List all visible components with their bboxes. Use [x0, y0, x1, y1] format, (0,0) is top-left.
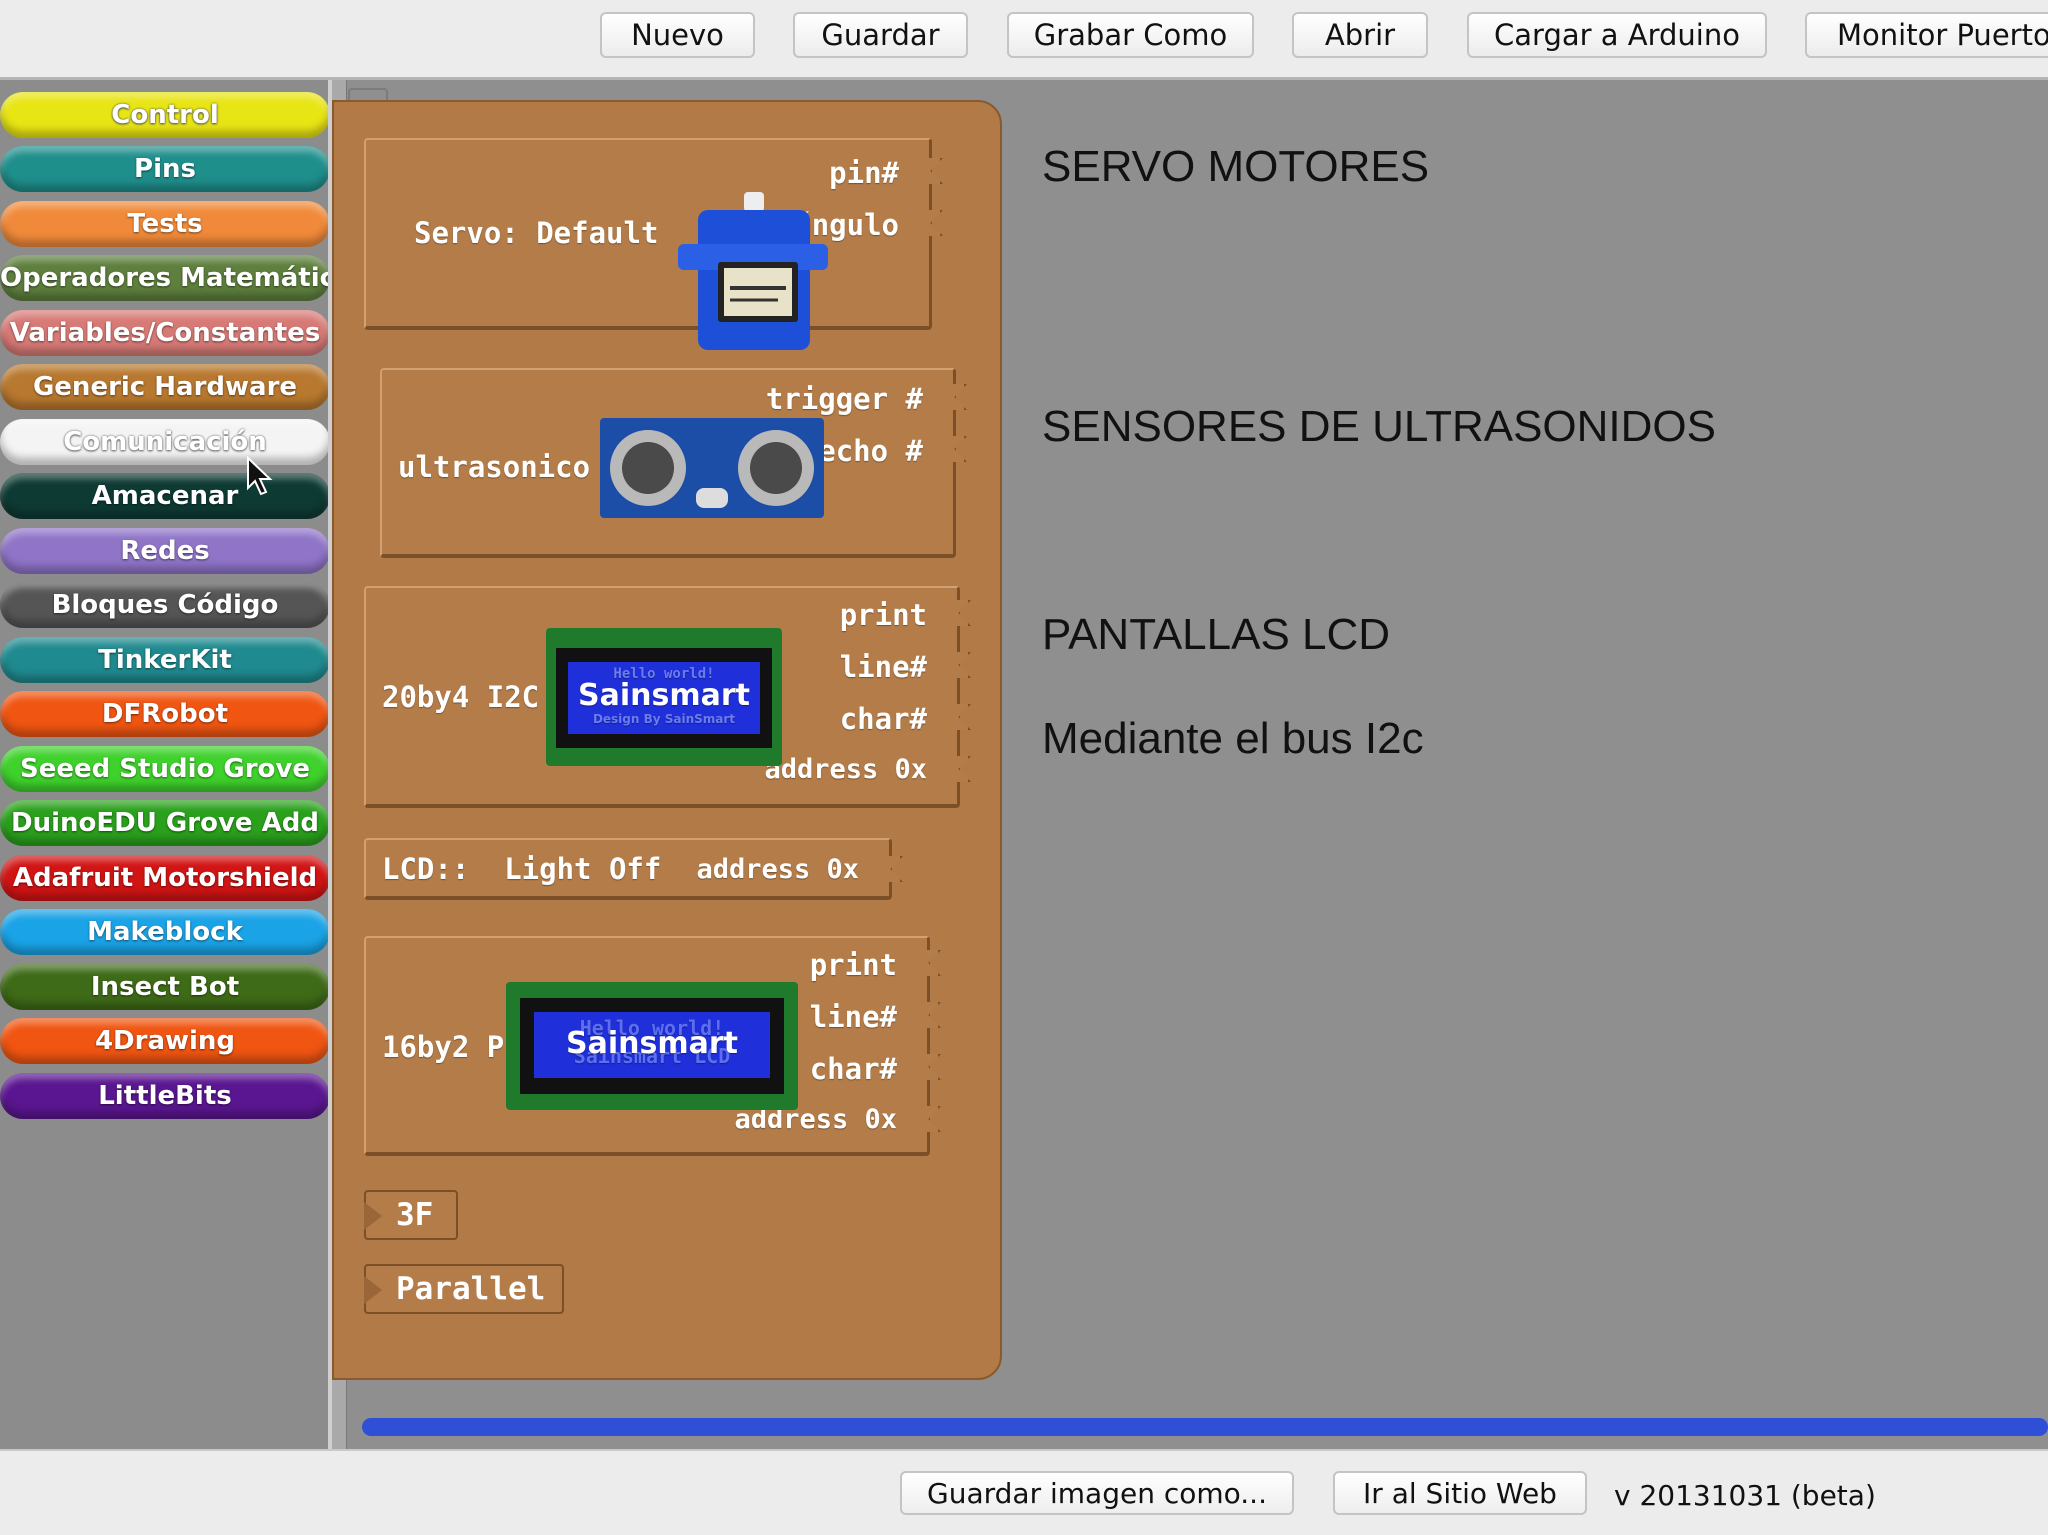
category-pins[interactable]: Pins	[0, 146, 328, 192]
socket-angulo[interactable]	[922, 210, 943, 236]
category-makeblock[interactable]: Makeblock	[0, 909, 328, 955]
socket-address-16[interactable]	[920, 1106, 941, 1132]
category-control[interactable]: Control	[0, 92, 328, 138]
socket-label-echo: echo #	[818, 434, 923, 468]
socket-label-trigger: trigger #	[765, 382, 923, 416]
note-servo-motores: SERVO MOTORES	[1042, 142, 1430, 191]
servo-motor-image	[678, 192, 828, 350]
category-duinoedu-grove[interactable]: DuinoEDU Grove Add	[0, 800, 328, 846]
category-dfrobot[interactable]: DFRobot	[0, 691, 328, 737]
socket-label-char: char#	[839, 702, 927, 736]
guardar-imagen-button[interactable]: Guardar imagen como...	[900, 1471, 1294, 1515]
lcd-20by4-screen-text: Sainsmart	[578, 678, 750, 713]
category-insect-bot[interactable]: Insect Bot	[0, 964, 328, 1010]
top-toolbar: Nuevo Guardar Grabar Como Abrir Cargar a…	[0, 0, 2048, 80]
servo-block[interactable]: Servo: Default pin# ángulo	[364, 138, 943, 350]
category-operadores[interactable]: Operadores Matemáticos	[0, 255, 328, 301]
bottom-bar: Guardar imagen como... Ir al Sitio Web v…	[0, 1449, 2048, 1535]
lcd-20by4-block[interactable]: 20by4 I2C print line# char# address 0x H…	[364, 586, 971, 808]
ir-sitio-web-button[interactable]: Ir al Sitio Web	[1333, 1471, 1587, 1515]
socket-label-address-off: address 0x	[696, 854, 859, 885]
category-tests[interactable]: Tests	[0, 201, 328, 247]
parallel-block[interactable]: Parallel	[364, 1264, 564, 1314]
constant-3f-label: 3F	[396, 1197, 434, 1233]
parallel-label: Parallel	[396, 1271, 546, 1307]
category-tinkerkit[interactable]: TinkerKit	[0, 637, 328, 683]
socket-pin[interactable]	[922, 158, 943, 184]
socket-label-line: line#	[839, 650, 927, 684]
servo-block-title: Servo: Default	[414, 216, 659, 250]
cargar-arduino-button[interactable]: Cargar a Arduino	[1467, 12, 1767, 58]
version-label: v 20131031 (beta)	[1614, 1479, 1876, 1512]
category-4drawing[interactable]: 4Drawing	[0, 1018, 328, 1064]
abrir-button[interactable]: Abrir	[1292, 12, 1428, 58]
socket-label-line-16: line#	[809, 1000, 897, 1034]
lcd-16by2-block[interactable]: 16by2 PLL print line# char# address 0x H…	[364, 936, 941, 1156]
ultrasonic-block[interactable]: ultrasonico trigger # echo #	[380, 368, 967, 558]
socket-char[interactable]	[950, 704, 971, 730]
category-amacenar[interactable]: Amacenar	[0, 473, 328, 519]
nuevo-button[interactable]: Nuevo	[600, 12, 755, 58]
ultrasonic-block-title: ultrasonico	[398, 450, 591, 484]
plug-parallel	[364, 1276, 382, 1304]
socket-label-pin: pin#	[829, 156, 899, 190]
block-drawer: Servo: Default pin# ángulo ultrasonico t…	[332, 100, 1002, 1380]
category-littlebits[interactable]: LittleBits	[0, 1073, 328, 1119]
lcd-20by4-subtext2: Design By SainSmart	[592, 712, 736, 726]
guardar-button[interactable]: Guardar	[793, 12, 968, 58]
category-generic-hardware[interactable]: Generic Hardware	[0, 364, 328, 410]
note-bus-i2c: Mediante el bus I2c	[1042, 714, 1424, 763]
socket-trigger[interactable]	[946, 384, 967, 410]
lcd-20by4-image: Hello world! Design By SainSmart Sainsma…	[546, 628, 782, 766]
monitor-puerto-button[interactable]: Monitor Puerto	[1805, 12, 2048, 58]
category-redes[interactable]: Redes	[0, 528, 328, 574]
grabar-como-button[interactable]: Grabar Como	[1007, 12, 1254, 58]
lcd-16by2-image: Hello world! Sainsmart LCD Sainsmart	[506, 982, 798, 1110]
socket-char-16[interactable]	[920, 1054, 941, 1080]
socket-address-off[interactable]	[882, 856, 903, 882]
socket-address[interactable]	[950, 756, 971, 782]
plug-3f	[364, 1202, 382, 1230]
socket-label-address: address 0x	[764, 754, 927, 785]
note-pantallas-lcd: PANTALLAS LCD	[1042, 610, 1391, 659]
note-sensores-ultrasonidos: SENSORES DE ULTRASONIDOS	[1042, 402, 1716, 451]
category-seeed-studio-grove[interactable]: Seeed Studio Grove	[0, 746, 328, 792]
lcd-20by4-title: 20by4 I2C	[382, 680, 540, 714]
socket-print-16[interactable]	[920, 950, 941, 976]
socket-line-16[interactable]	[920, 1002, 941, 1028]
category-bloques-codigo[interactable]: Bloques Código	[0, 582, 328, 628]
horizontal-scrollbar[interactable]	[362, 1418, 2048, 1436]
category-comunicacion[interactable]: Comunicación	[0, 419, 328, 465]
lcd-light-off-title: LCD:: Light Off	[382, 852, 662, 886]
lcd-16by2-screen-text: Sainsmart	[566, 1026, 738, 1061]
category-variables[interactable]: Variables/Constantes	[0, 310, 328, 356]
constant-3f-block[interactable]: 3F	[364, 1190, 458, 1240]
lcd-light-off-block[interactable]: LCD:: Light Off address 0x	[364, 838, 903, 900]
socket-print[interactable]	[950, 600, 971, 626]
socket-label-print: print	[839, 598, 927, 632]
category-adafruit-motorshield[interactable]: Adafruit Motorshield	[0, 855, 328, 901]
socket-echo[interactable]	[946, 436, 967, 462]
socket-line[interactable]	[950, 652, 971, 678]
socket-label-print-16: print	[809, 948, 897, 982]
category-palette: Control Pins Tests Operadores Matemático…	[0, 80, 332, 1449]
ultrasonic-sensor-image	[600, 418, 824, 518]
socket-label-char-16: char#	[809, 1052, 897, 1086]
mouse-cursor-icon	[247, 456, 273, 496]
